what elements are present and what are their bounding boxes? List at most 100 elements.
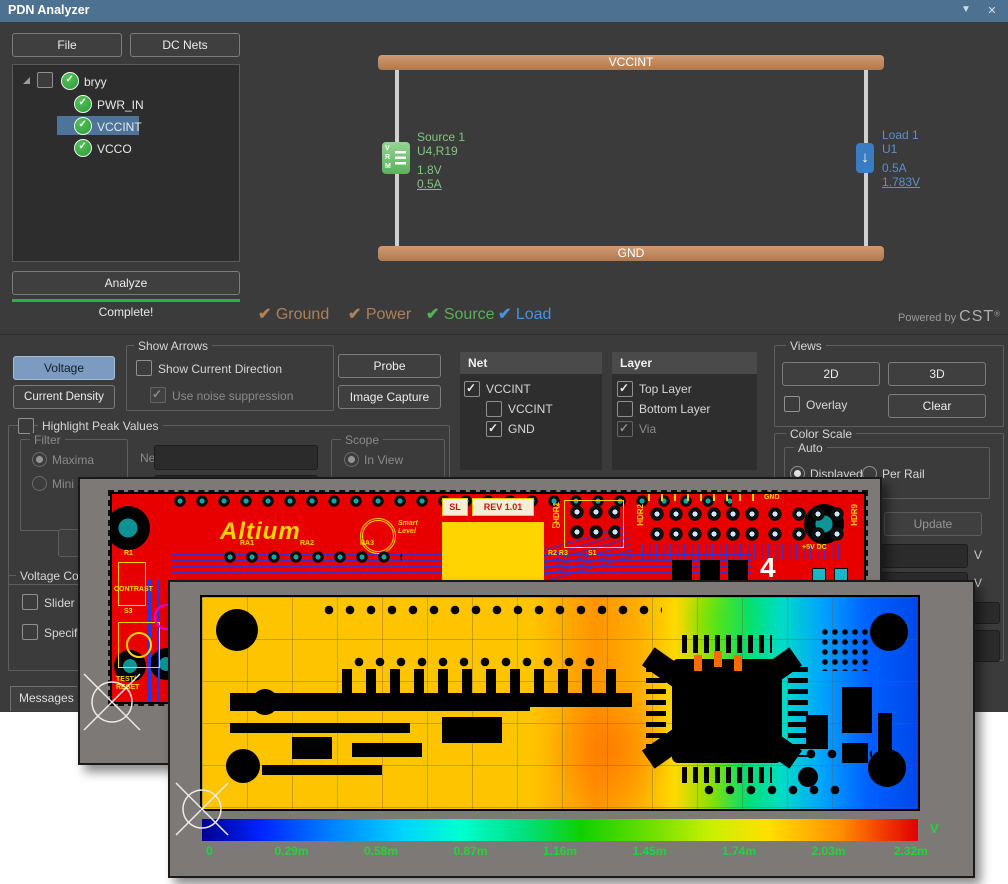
progress-bar xyxy=(12,299,240,302)
altium-logo-icon xyxy=(360,518,396,554)
dc-nets-button[interactable]: DC Nets xyxy=(130,33,240,57)
ra1-label: RA1 xyxy=(240,540,254,547)
tagline: Smart Level xyxy=(398,520,432,536)
clear-button[interactable]: Clear xyxy=(888,394,986,418)
load-name: Load 1 xyxy=(882,128,920,142)
tree-item-vcco[interactable]: VCCO xyxy=(97,142,132,156)
check-icon: ✔ xyxy=(348,306,361,323)
use-noise-suppression-checkbox xyxy=(150,387,166,403)
s1-label: S1 xyxy=(588,550,597,557)
check-circle-icon xyxy=(61,72,79,90)
check-circle-icon xyxy=(74,95,92,113)
maxima-label: Maxima xyxy=(52,453,94,467)
ra3-label: RA3 xyxy=(360,540,374,547)
overlay-label: Overlay xyxy=(806,398,847,412)
load-info: Load 1 U1 0.5A 1.783V xyxy=(882,128,920,189)
scope-label: Scope xyxy=(341,433,383,447)
net-tree[interactable]: bryy PWR_IN VCCINT VCCO xyxy=(12,64,240,262)
maxima-radio xyxy=(32,452,47,467)
show-current-direction-checkbox[interactable] xyxy=(136,360,152,376)
update-button: Update xyxy=(884,512,982,536)
highlight-peak-checkbox[interactable] xyxy=(18,418,34,434)
plus5-label: +5V DC xyxy=(802,544,827,551)
net-input[interactable] xyxy=(154,445,318,470)
screen: PDN Analyzer ▼ ✕ File DC Nets bryy PWR_I… xyxy=(0,0,1008,884)
in-view-radio xyxy=(344,452,359,467)
check-icon: ✔ xyxy=(258,306,271,323)
bus-vccint[interactable]: VCCINT xyxy=(378,55,884,70)
bus-gnd[interactable]: GND xyxy=(378,246,884,261)
load-refs: U1 xyxy=(882,142,920,156)
highlight-peak-label: Highlight Peak Values xyxy=(38,419,163,433)
analyze-button[interactable]: Analyze xyxy=(12,271,240,295)
net-gnd-label: GND xyxy=(508,422,535,436)
scale-min-unit: V xyxy=(974,576,982,590)
tree-root-checkbox[interactable] xyxy=(37,72,53,88)
view-2d-button[interactable]: 2D xyxy=(782,362,880,386)
specific-checkbox[interactable] xyxy=(22,624,38,640)
tree-item-bryy[interactable]: bryy xyxy=(84,75,107,89)
layer-panel-header: Layer xyxy=(612,352,757,374)
source-current[interactable]: 0.5A xyxy=(417,177,465,191)
window-title: PDN Analyzer xyxy=(8,3,90,17)
net-vccint-sub-checkbox[interactable] xyxy=(486,401,502,417)
check-circle-icon xyxy=(74,139,92,157)
colorbar-unit: V xyxy=(930,821,939,836)
legend-source: ✔ Source xyxy=(426,304,495,324)
legend-load: ✔ Load xyxy=(498,304,551,324)
voltage-colorbar xyxy=(202,819,918,841)
gnd-label: GND xyxy=(764,494,780,501)
pcb-view-window-voltage-map[interactable]: V 0 0.29m 0.58m 0.87m 1.16m 1.45m 1.74m … xyxy=(168,580,975,878)
tree-item-pwr-in[interactable]: PWR_IN xyxy=(97,98,144,112)
altium-logo-text: Altium xyxy=(220,518,301,546)
current-density-button[interactable]: Current Density xyxy=(13,385,115,409)
chevron-down-icon[interactable]: ▼ xyxy=(958,4,974,15)
top-layer-checkbox[interactable] xyxy=(617,381,633,397)
bottom-layer-checkbox[interactable] xyxy=(617,401,633,417)
r2r3-label: R2 R3 xyxy=(548,550,568,557)
net-gnd-checkbox[interactable] xyxy=(486,421,502,437)
color-scale-label: Color Scale xyxy=(786,427,856,441)
pcb-voltage-map-image[interactable] xyxy=(200,595,920,811)
show-current-direction-label: Show Current Direction xyxy=(158,362,282,376)
views-label: Views xyxy=(786,339,826,353)
source-info: Source 1 U4,R19 1.8V 0.5A xyxy=(417,130,465,191)
minima-radio xyxy=(32,476,47,491)
contrast-label: CONTRAST xyxy=(114,586,153,593)
probe-button[interactable]: Probe xyxy=(338,354,441,378)
source-voltage: 1.8V xyxy=(417,163,465,177)
tree-item-vccint[interactable]: VCCINT xyxy=(97,120,142,134)
load-voltage[interactable]: 1.783V xyxy=(882,175,920,189)
s-pin-label: S xyxy=(556,504,560,510)
powered-by: Powered by CST® xyxy=(898,308,1000,326)
slider-label: Slider xyxy=(44,596,75,610)
tree-expand-icon[interactable] xyxy=(23,77,30,84)
load-icon[interactable]: ↓ xyxy=(856,143,874,173)
voltage-mode-button[interactable]: Voltage xyxy=(13,356,115,380)
net-vccint-checkbox[interactable] xyxy=(464,381,480,397)
legend-ground: ✔ Ground xyxy=(258,304,329,324)
per-rail-label: Per Rail xyxy=(882,467,925,481)
scale-max-unit: V xyxy=(974,548,982,562)
check-icon: ✔ xyxy=(498,306,511,323)
overlay-checkbox[interactable] xyxy=(784,396,800,412)
status-text: Complete! xyxy=(12,305,240,319)
slider-checkbox[interactable] xyxy=(22,594,38,610)
sl-box: SL xyxy=(442,498,468,516)
r1-label: R1 xyxy=(124,550,133,557)
via-label: Via xyxy=(639,422,656,436)
titlebar[interactable]: PDN Analyzer ▼ ✕ xyxy=(0,0,1008,22)
view-3d-button[interactable]: 3D xyxy=(888,362,986,386)
panel-divider xyxy=(0,334,1008,335)
hamburger-icon xyxy=(395,151,406,165)
image-capture-button[interactable]: Image Capture xyxy=(338,385,441,409)
file-button[interactable]: File xyxy=(12,33,122,57)
voltage-contrast-label: Voltage Co xyxy=(16,569,83,583)
auto-label: Auto xyxy=(794,441,827,455)
net-panel-header: Net xyxy=(460,352,602,374)
colorbar-ticks: 0 0.29m 0.58m 0.87m 1.16m 1.45m 1.74m 2.… xyxy=(202,844,918,860)
vrm-source-icon[interactable]: VRM xyxy=(382,142,410,174)
test-reset-label: TEST/ RESET xyxy=(116,676,156,692)
source-name: Source 1 xyxy=(417,130,465,144)
close-icon[interactable]: ✕ xyxy=(984,4,1000,17)
